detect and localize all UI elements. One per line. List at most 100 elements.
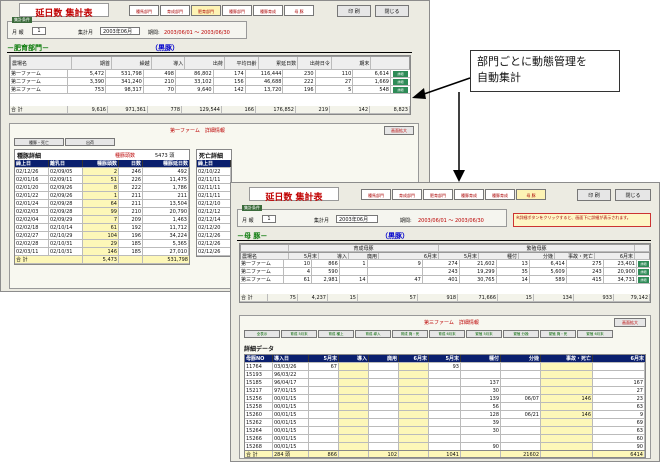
summary-row[interactable]: 第三ファーム 753 98,317 70 9,640 142 13,720 196 5 548 詳細 (10, 86, 410, 94)
front-subtab[interactable]: 繁殖 廃・死 (540, 330, 576, 338)
front-print-button[interactable]: 印 刷 (577, 189, 611, 201)
front-subtab[interactable]: 全表示 (244, 330, 280, 338)
right-row[interactable]: 02/12/26 (197, 232, 231, 240)
dh6: 5月末 (429, 355, 461, 362)
total-cell: 971,361 (108, 106, 148, 113)
total-cell: 778 (148, 106, 182, 113)
right-row[interactable]: 02/12/20 (197, 224, 231, 232)
ftab-4[interactable]: 種豚育成 (485, 189, 515, 200)
right-row[interactable]: 02/12/14 (197, 216, 231, 224)
right-row[interactable]: 02/12/26 (197, 248, 231, 256)
lh2: 種豚頭数 (83, 160, 119, 167)
front-detail-button[interactable]: 詳細 (637, 261, 649, 267)
row-cell: 98,317 (106, 86, 144, 93)
detail-row[interactable]: 15193 96/03/22 (245, 371, 645, 379)
front-detail-title: 第三ファーム 詳細情報 (424, 320, 479, 326)
detail-cell (339, 379, 369, 386)
tab-2[interactable]: 肥育部門 (191, 5, 221, 16)
detail-cell (399, 395, 429, 402)
ftab-1[interactable]: 育成部門 (392, 189, 422, 200)
year-select[interactable]: 1 (32, 27, 46, 35)
right-row[interactable]: 02/12/10 (197, 200, 231, 208)
detail-row[interactable]: 15264 00/01/15 30 63 (245, 427, 645, 435)
detail-row[interactable]: 15217 97/01/15 30 27 (245, 387, 645, 395)
detail-row[interactable]: 11764 03/03/26 67 93 (245, 363, 645, 371)
front-subtab[interactable]: 育成 5月末 (281, 330, 317, 338)
right-cell: 02/11/11 (197, 192, 231, 199)
tab-4[interactable]: 種豚育成 (253, 5, 283, 16)
front-total-cell: 79,142 (614, 294, 650, 301)
right-row[interactable]: 02/11/11 (197, 184, 231, 192)
left-cell: 02/10/29 (49, 232, 83, 239)
ftab-5[interactable]: 母 豚 (516, 189, 546, 200)
row-cell: 196 (283, 86, 316, 93)
detail-cell: 63 (593, 427, 645, 434)
detail-row[interactable]: 15260 00/01/15 128 06/21 146 9 (245, 411, 645, 419)
ftab-0[interactable]: 種馬部門 (361, 189, 391, 200)
front-detail-button[interactable]: 詳細 (637, 269, 649, 275)
detail-cell: 00/01/15 (273, 427, 309, 434)
summary-row[interactable]: 第一ファーム 5,472 531,798 498 86,802 174 116,444 230… (10, 70, 410, 78)
tab-5[interactable]: 母 豚 (284, 5, 314, 16)
left-row[interactable]: 02/02/28 02/10/31 29 185 5,365 (15, 240, 189, 248)
front-row-cell: 590 (312, 268, 340, 275)
front-subtab[interactable]: 育成 導入 (355, 330, 391, 338)
period-select[interactable]: 2003年06月 (100, 27, 140, 35)
front-subtab[interactable]: 繁殖 5月末 (466, 330, 502, 338)
tab-3[interactable]: 種豚部門 (222, 5, 252, 16)
detail-row[interactable]: 15258 00/01/15 56 63 (245, 403, 645, 411)
ftab-2[interactable]: 肥育部門 (423, 189, 453, 200)
left-row[interactable]: 02/01/20 02/09/26 8 222 1,786 (15, 184, 189, 192)
front-summary-row[interactable]: 第二ファーム 4 590 243 19,299 35 5,609 243 20,900 詳細 (240, 268, 650, 276)
left-row[interactable]: 02/01/24 02/09/28 64 211 13,504 (15, 200, 189, 208)
detail-row[interactable]: 15266 00/01/15 60 (245, 435, 645, 443)
detail-cell (429, 403, 461, 410)
right-row[interactable]: 02/10/22 (197, 168, 231, 176)
front-subtab[interactable]: 育成 廃・死 (392, 330, 428, 338)
front-subtab[interactable]: 繁殖 6月末 (577, 330, 613, 338)
front-summary-row[interactable]: 第一ファーム 10 866 1 9 274 21,602 13 6,414 275 23,401 詳細 (240, 260, 650, 268)
summary-row[interactable]: 第二ファーム 3,390 341,240 210 33,102 156 46,688 222 2… (10, 78, 410, 86)
left-row[interactable]: 02/02/04 02/09/29 7 209 1,463 (15, 216, 189, 224)
left-row[interactable]: 02/02/27 02/10/29 104 196 34,224 (15, 232, 189, 240)
row-cell: 46,688 (246, 78, 284, 85)
left-row[interactable]: 02/01/22 02/09/26 1 211 211 (15, 192, 189, 200)
left-row[interactable]: 02/12/26 02/09/05 2 246 492 (15, 168, 189, 176)
front-subtab[interactable]: 育成 6月末 (429, 330, 465, 338)
front-year-select[interactable]: 1 (262, 215, 276, 223)
detail-expand-button[interactable]: 画面拡大 (384, 126, 414, 135)
front-subtab[interactable]: 育成 種上 (318, 330, 354, 338)
front-period-label: 集計月 (314, 218, 330, 224)
fth0: 農場名 (241, 253, 289, 259)
tab-0[interactable]: 種馬部門 (129, 5, 159, 16)
right-row[interactable]: 02/12/26 (197, 240, 231, 248)
right-row[interactable]: 02/11/11 (197, 176, 231, 184)
print-button[interactable]: 印 刷 (337, 5, 371, 17)
fth7: 分娩 (519, 253, 555, 259)
dh1: 導入日 (273, 355, 309, 362)
right-row[interactable]: 02/12/12 (197, 208, 231, 216)
left-row[interactable]: 02/02/03 02/09/28 99 210 20,790 (15, 208, 189, 216)
detail-row[interactable]: 15262 00/01/15 39 69 (245, 419, 645, 427)
front-subtab[interactable]: 繁殖 分娩 (503, 330, 539, 338)
close-button[interactable]: 閉じる (375, 5, 409, 17)
detail-cell: 39 (461, 419, 501, 426)
front-period-select[interactable]: 2003年06月 (336, 215, 378, 223)
front-close-button[interactable]: 閉じる (615, 189, 651, 201)
left-cell: 02/01/22 (15, 192, 49, 199)
right-row[interactable]: 02/11/11 (197, 192, 231, 200)
left-row[interactable]: 02/02/18 02/10/14 61 192 11,712 (15, 224, 189, 232)
tab-1[interactable]: 育成部門 (160, 5, 190, 16)
front-summary-row[interactable]: 第三ファーム 61 2,981 14 47 401 30,765 14 589 415 34,731… (240, 276, 650, 284)
front-detail-expand-button[interactable]: 画面拡大 (614, 318, 646, 327)
front-detail-button[interactable]: 詳細 (637, 277, 649, 283)
subtab-0[interactable]: 種豚・死亡 (14, 138, 64, 146)
subtab-1[interactable]: 出荷 (65, 138, 115, 146)
left-cell: 211 (143, 192, 189, 199)
ftab-3[interactable]: 種豚育成 (454, 189, 484, 200)
left-cell: 02/09/29 (49, 216, 83, 223)
detail-row[interactable]: 15185 96/04/17 137 167 (245, 379, 645, 387)
left-row[interactable]: 02/03/11 02/10/31 146 185 27,010 (15, 248, 189, 256)
detail-row[interactable]: 15256 00/01/15 139 06/07 146 23 (245, 395, 645, 403)
left-row[interactable]: 02/01/16 02/09/11 51 226 11,475 (15, 176, 189, 184)
